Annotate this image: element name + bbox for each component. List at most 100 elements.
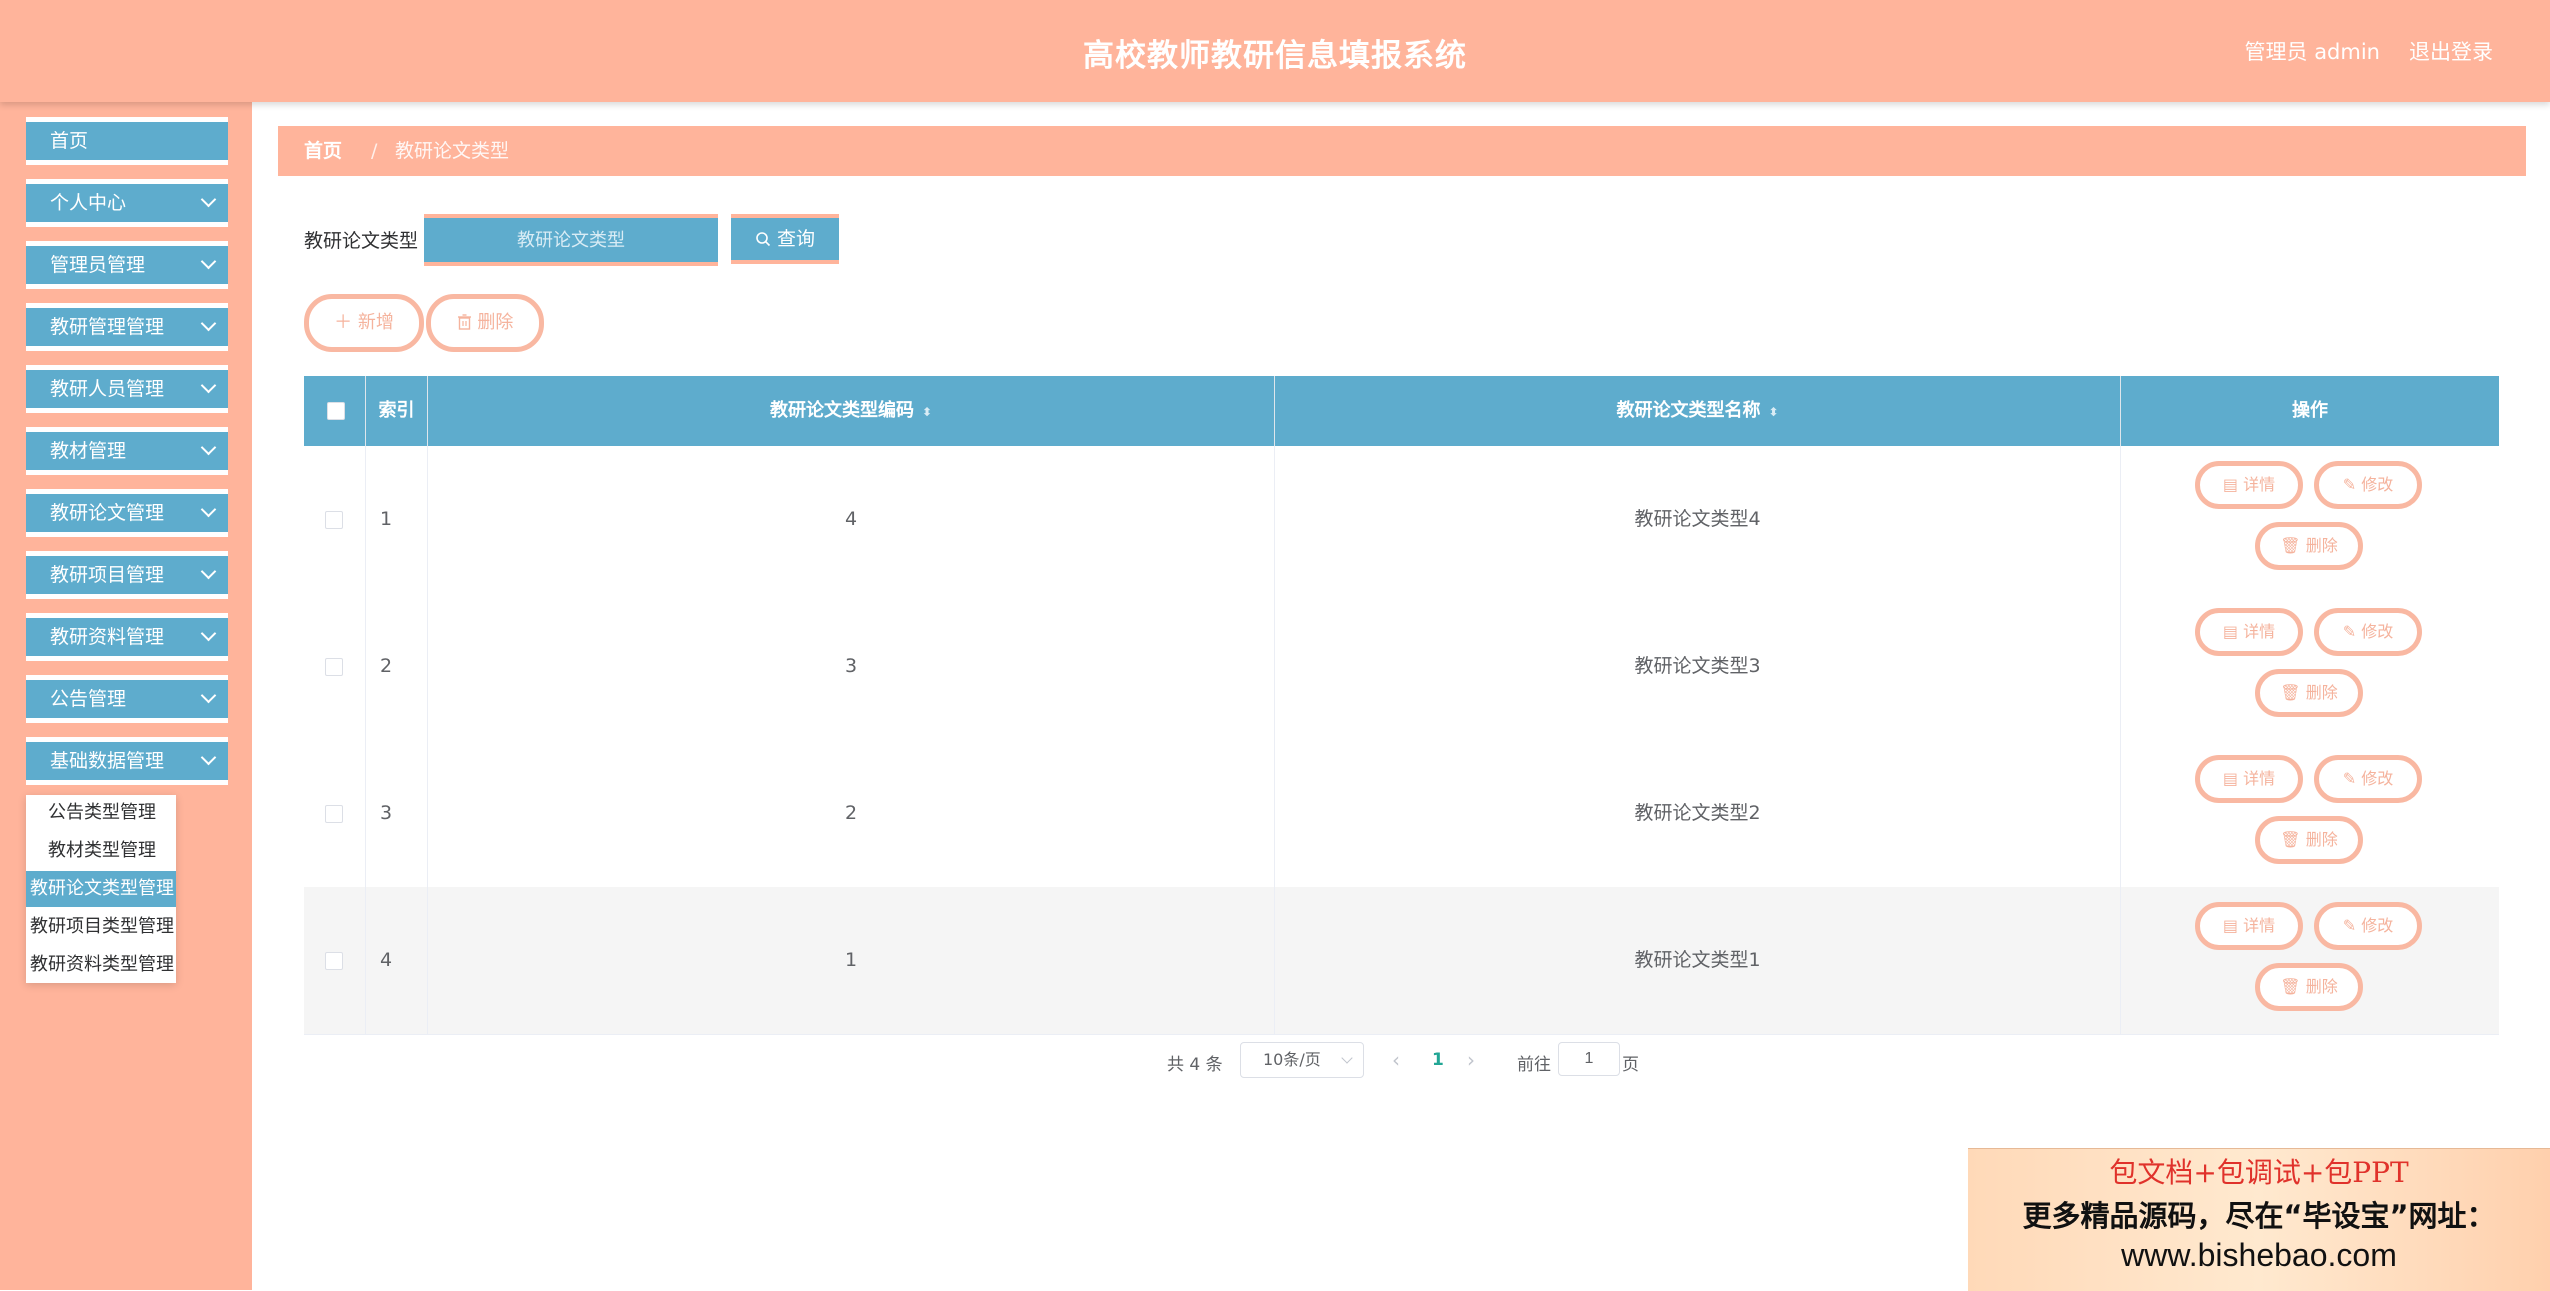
delete-label: 删除: [2305, 683, 2338, 702]
row-select-cell: [304, 740, 366, 887]
delete-button[interactable]: 🗑 删除: [2255, 522, 2363, 570]
edit-button[interactable]: ✎ 修改: [2314, 461, 2422, 509]
detail-button[interactable]: ▤ 详情: [2195, 902, 2303, 950]
top-header: 高校教师教研信息填报系统 管理员 admin 退出登录: [0, 0, 2550, 102]
sidebar-item-project-management[interactable]: 教研项目管理: [26, 551, 228, 599]
sidebar-item-research-management[interactable]: 教研管理管理: [26, 303, 228, 351]
sidebar-item-researcher-management[interactable]: 教研人员管理: [26, 365, 228, 413]
trash-icon: 🗑: [2280, 536, 2306, 555]
sidebar-item-admin-management[interactable]: 管理员管理: [26, 241, 228, 289]
sidebar-item-textbook-management[interactable]: 教材管理: [26, 427, 228, 475]
chevron-down-icon: [200, 315, 217, 332]
sort-icon[interactable]: ⬍: [1768, 377, 1778, 447]
cell-actions: ▤ 详情 ✎ 修改 🗑 删除: [2121, 887, 2499, 1034]
sidebar-item-material-management[interactable]: 教研资料管理: [26, 613, 228, 661]
submenu-item-textbook-type[interactable]: 教材类型管理: [26, 833, 176, 869]
sidebar-item-label: 教研资料管理: [50, 626, 165, 648]
page-number-current[interactable]: 1: [1432, 1050, 1444, 1070]
detail-button[interactable]: ▤ 详情: [2195, 608, 2303, 656]
batch-delete-button[interactable]: 删除: [426, 294, 544, 352]
search-input[interactable]: [424, 214, 718, 266]
sidebar-item-personal-center[interactable]: 个人中心: [26, 179, 228, 227]
table-row: 2 3 教研论文类型3 ▤ 详情 ✎ 修改 🗑 删除: [304, 593, 2499, 741]
edit-label: 修改: [2361, 475, 2394, 494]
cell-name: 教研论文类型2: [1275, 740, 2121, 887]
cell-actions: ▤ 详情 ✎ 修改 🗑 删除: [2121, 593, 2499, 740]
detail-icon: ▤: [2222, 769, 2244, 788]
detail-icon: ▤: [2222, 916, 2244, 935]
cell-index: 1: [366, 446, 428, 593]
prev-page-button[interactable]: ‹: [1392, 1048, 1400, 1072]
query-button[interactable]: 查询: [731, 214, 839, 264]
chevron-down-icon: [200, 501, 217, 518]
chevron-down-icon: [200, 563, 217, 580]
detail-label: 详情: [2243, 475, 2276, 494]
edit-icon: ✎: [2342, 916, 2362, 935]
column-header-code[interactable]: 教研论文类型编码 ⬍: [428, 376, 1275, 446]
table-row: 1 4 教研论文类型4 ▤ 详情 ✎ 修改 🗑 删除: [304, 446, 2499, 594]
submenu-item-paper-type[interactable]: 教研论文类型管理: [26, 871, 176, 907]
edit-button[interactable]: ✎ 修改: [2314, 608, 2422, 656]
row-select-cell: [304, 593, 366, 740]
banner-line-1: 包文档+包调试+包PPT: [2109, 1156, 2409, 1189]
sidebar-item-label: 个人中心: [50, 192, 127, 214]
logout-link[interactable]: 退出登录: [2409, 36, 2493, 66]
detail-button[interactable]: ▤ 详情: [2195, 461, 2303, 509]
add-button[interactable]: ＋ 新增: [304, 294, 424, 352]
pagination: 共 4 条 10条/页 ‹ 1 › 前往 页: [252, 1042, 2550, 1082]
cell-code: 2: [428, 740, 1275, 887]
column-header-name[interactable]: 教研论文类型名称 ⬍: [1275, 376, 2121, 446]
breadcrumb-current: 教研论文类型: [395, 140, 510, 162]
trash-icon: [457, 314, 471, 330]
main-content: 首页 / 教研论文类型 教研论文类型 查询 ＋ 新增 删除 索引: [252, 102, 2550, 1290]
sidebar-item-label: 教材管理: [50, 440, 127, 462]
base-data-submenu: 公告类型管理 教材类型管理 教研论文类型管理 教研项目类型管理 教研资料类型管理: [26, 795, 176, 983]
edit-button[interactable]: ✎ 修改: [2314, 902, 2422, 950]
select-all-checkbox[interactable]: [327, 402, 345, 420]
batch-delete-label: 删除: [477, 312, 514, 333]
delete-button[interactable]: 🗑 删除: [2255, 816, 2363, 864]
page-size-select[interactable]: 10条/页: [1240, 1042, 1364, 1078]
chevron-down-icon: [200, 191, 217, 208]
next-page-button[interactable]: ›: [1467, 1048, 1475, 1072]
sidebar-item-label: 教研项目管理: [50, 564, 165, 586]
sidebar-item-base-data-management[interactable]: 基础数据管理: [26, 737, 228, 785]
chevron-down-icon: [1341, 1052, 1353, 1064]
delete-button[interactable]: 🗑 删除: [2255, 963, 2363, 1011]
goto-suffix: 页: [1622, 1055, 1639, 1075]
sidebar-item-notice-management[interactable]: 公告管理: [26, 675, 228, 723]
delete-label: 删除: [2305, 536, 2338, 555]
edit-label: 修改: [2361, 622, 2394, 641]
edit-button[interactable]: ✎ 修改: [2314, 755, 2422, 803]
promo-banner: 包文档+包调试+包PPT 更多精品源码，尽在“毕设宝”网址： www.bishe…: [1968, 1148, 2550, 1291]
sidebar-item-paper-management[interactable]: 教研论文管理: [26, 489, 228, 537]
sidebar-item-home[interactable]: 首页: [26, 117, 228, 165]
delete-label: 删除: [2305, 977, 2338, 996]
cell-actions: ▤ 详情 ✎ 修改 🗑 删除: [2121, 740, 2499, 887]
sort-icon[interactable]: ⬍: [922, 377, 932, 447]
delete-button[interactable]: 🗑 删除: [2255, 669, 2363, 717]
sidebar-item-label: 教研管理管理: [50, 316, 165, 338]
submenu-item-project-type[interactable]: 教研项目类型管理: [26, 909, 176, 945]
search-icon: [756, 232, 771, 247]
chevron-down-icon: [200, 439, 217, 456]
column-header-index: 索引: [366, 376, 428, 446]
app-title: 高校教师教研信息填报系统: [1083, 38, 1467, 74]
row-checkbox[interactable]: [325, 952, 343, 970]
submenu-item-notice-type[interactable]: 公告类型管理: [26, 795, 176, 831]
row-checkbox[interactable]: [325, 805, 343, 823]
row-checkbox[interactable]: [325, 658, 343, 676]
banner-line-2: 更多精品源码，尽在“毕设宝”网址：: [2022, 1199, 2496, 1233]
table-row: 3 2 教研论文类型2 ▤ 详情 ✎ 修改 🗑 删除: [304, 740, 2499, 888]
chevron-down-icon: [200, 749, 217, 766]
row-checkbox[interactable]: [325, 511, 343, 529]
banner-url: www.bishebao.com: [2121, 1237, 2397, 1273]
submenu-item-material-type[interactable]: 教研资料类型管理: [26, 947, 176, 983]
breadcrumb-home[interactable]: 首页: [304, 126, 342, 176]
cell-name: 教研论文类型1: [1275, 887, 2121, 1034]
sidebar-item-label: 教研人员管理: [50, 378, 165, 400]
cell-index: 2: [366, 593, 428, 740]
detail-button[interactable]: ▤ 详情: [2195, 755, 2303, 803]
goto-page-input[interactable]: [1558, 1042, 1620, 1076]
detail-label: 详情: [2243, 916, 2276, 935]
